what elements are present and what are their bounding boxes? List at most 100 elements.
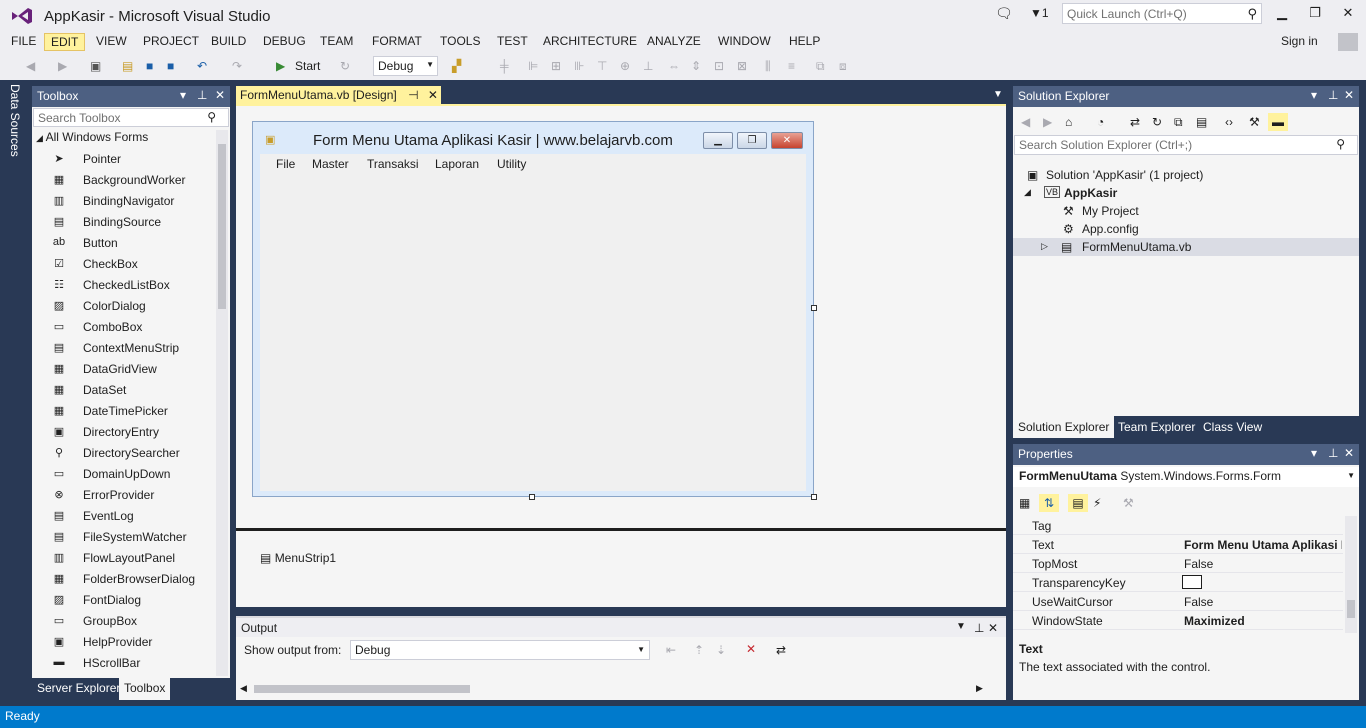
same-height-icon[interactable]: ⇕ [691,57,701,75]
home-icon[interactable]: ⌂ [1065,113,1072,131]
redo-icon[interactable]: ↷ [232,57,242,75]
show-all-files-icon[interactable]: ▤ [1196,113,1207,131]
go-to-prev-icon[interactable]: ⇡ [694,643,704,657]
tab-solution-explorer[interactable]: Solution Explorer [1013,416,1115,438]
property-pages-icon[interactable]: ⚒ [1123,494,1134,512]
pin-icon[interactable]: ⊥ [1328,446,1338,460]
menu-file[interactable]: FILE [5,33,42,51]
pending-changes-icon[interactable]: ◔ [1097,113,1104,131]
toolbox-item-groupbox[interactable]: ▭ GroupBox [32,611,212,632]
toolbox-item-combobox[interactable]: ▭ ComboBox [32,317,212,338]
same-width-icon[interactable]: ⇔ [668,57,680,75]
toolbox-item-bindingnavigator[interactable]: ▥ BindingNavigator [32,191,212,212]
menu-architecture[interactable]: ARCHITECTURE [537,33,643,51]
toolbox-item-hscrollbar[interactable]: ▬ HScrollBar [32,653,212,674]
go-to-next-icon[interactable]: ⇣ [716,643,726,657]
resize-handle-right[interactable] [811,305,817,311]
menu-edit[interactable]: EDIT [44,33,86,51]
toolbox-item-checkedlistbox[interactable]: ☷ CheckedListBox [32,275,212,296]
property-row[interactable]: Tag [1013,516,1343,535]
save-all-icon[interactable]: ■ [167,57,174,75]
menu-debug[interactable]: DEBUG [257,33,312,51]
tree-project[interactable]: ◢ VB AppKasir [1013,184,1359,202]
toolbox-item-folderbrowserdialog[interactable]: ▦ FolderBrowserDialog [32,569,212,590]
forward-icon[interactable]: ▶ [58,57,67,75]
sync-icon[interactable]: ⇄ [1130,113,1140,131]
configuration-select[interactable]: Debug ▼ [373,56,438,76]
chevron-down-icon[interactable]: ▾ [1311,88,1317,102]
data-sources-tab[interactable]: Data Sources [8,84,22,157]
form-menustrip[interactable]: File Master Transaksi Laporan Utility [260,154,806,176]
toolbox-search-input[interactable]: Search Toolbox ⚲ [33,108,229,127]
start-icon[interactable]: ▶ [276,57,285,75]
tree-formmenuutama[interactable]: ▷ ▤ FormMenuUtama.vb [1013,238,1359,256]
toolbox-item-directorysearcher[interactable]: ⚲ DirectorySearcher [32,443,212,464]
pin-icon[interactable]: ⊥ [974,621,984,635]
menu-format[interactable]: FORMAT [366,33,428,51]
property-row[interactable]: TopMost False [1013,554,1343,573]
toolbox-item-bindingsource[interactable]: ▤ BindingSource [32,212,212,233]
toolbox-item-flowlayoutpanel[interactable]: ▥ FlowLayoutPanel [32,548,212,569]
tab-toolbox[interactable]: Toolbox [119,678,171,700]
toolbox-item-filesystemwatcher[interactable]: ▤ FileSystemWatcher [32,527,212,548]
events-icon[interactable]: ⚡ [1093,494,1101,512]
word-wrap-icon[interactable]: ⇄ [776,643,786,657]
open-file-icon[interactable]: ▤ [122,57,133,75]
document-tab[interactable]: FormMenuUtama.vb [Design] ⊣ ✕ [236,86,441,105]
start-button[interactable]: Start [295,57,320,75]
send-to-back-icon[interactable]: ⧈ [839,57,847,75]
tray-component-menustrip[interactable]: ▤ MenuStrip1 [260,551,336,565]
form-menu-transaksi[interactable]: Transaksi [367,157,419,171]
toolbox-item-dataset[interactable]: ▦ DataSet [32,380,212,401]
form-menu-file[interactable]: File [276,157,295,171]
previous-message-icon[interactable]: ⇤ [666,643,676,657]
toolbox-item-domainupdown[interactable]: ▭ DomainUpDown [32,464,212,485]
preview-selected-icon[interactable]: ▬ [1268,113,1288,131]
alphabetical-icon[interactable]: ⇅ [1039,494,1059,512]
toolbox-item-backgroundworker[interactable]: ▦ BackgroundWorker [32,170,212,191]
scroll-right-icon[interactable]: ▶ [976,683,983,694]
menu-analyze[interactable]: ANALYZE [641,33,707,51]
toolbox-item-fontdialog[interactable]: ▨ FontDialog [32,590,212,611]
toolbox-item-contextmenustrip[interactable]: ▤ ContextMenuStrip [32,338,212,359]
tree-app-config[interactable]: ⚙ App.config [1013,220,1359,238]
toolbox-item-eventlog[interactable]: ▤ EventLog [32,506,212,527]
menu-help[interactable]: HELP [783,33,826,51]
output-text-area[interactable] [236,666,1006,700]
size-to-grid-icon[interactable]: ⊠ [737,57,747,75]
property-row[interactable]: WindowState Maximized [1013,611,1343,630]
chevron-down-icon[interactable]: ▾ [1311,446,1317,460]
toolbox-scrollbar[interactable] [216,130,228,676]
property-row[interactable]: TextForm Menu Utama Aplikasi Kasir | www… [1013,535,1343,554]
menu-tools[interactable]: TOOLS [434,33,486,51]
chevron-down-icon[interactable]: ▾ [180,88,186,102]
pin-icon[interactable]: ⊣ [408,88,418,102]
toolbox-item-helpprovider[interactable]: ▣ HelpProvider [32,632,212,653]
resize-handle-bottom[interactable] [529,494,535,500]
properties-icon[interactable]: ⚒ [1249,113,1260,131]
pin-icon[interactable]: ⊥ [1328,88,1338,102]
form-menu-utility[interactable]: Utility [497,157,526,171]
toolbox-item-checkbox[interactable]: ☑ CheckBox [32,254,212,275]
tab-class-view[interactable]: Class View [1198,416,1267,438]
undo-icon[interactable]: ↶ [197,57,207,75]
tree-solution[interactable]: ▣ Solution 'AppKasir' (1 project) [1013,166,1359,184]
minimize-button[interactable]: ▁ [1268,5,1296,23]
close-icon[interactable]: ✕ [988,621,998,635]
menu-window[interactable]: WINDOW [712,33,777,51]
tab-dropdown-icon[interactable]: ▼ [993,89,1003,100]
close-icon[interactable]: ✕ [1344,446,1354,460]
pin-icon[interactable]: ⊥ [197,88,207,102]
toolbox-item-button[interactable]: ab Button [32,233,212,254]
toolbox-item-directoryentry[interactable]: ▣ DirectoryEntry [32,422,212,443]
scroll-left-icon[interactable]: ◀ [240,683,247,694]
feedback-icon[interactable]: 🗨 [995,5,1013,22]
menu-test[interactable]: TEST [491,33,534,51]
clear-all-icon[interactable]: ✕ [746,642,756,656]
output-hscroll-thumb[interactable] [254,685,470,693]
new-project-icon[interactable]: ▣ [90,57,101,75]
toolbox-group-header[interactable]: ◢ All Windows Forms [36,130,148,144]
collapse-all-icon[interactable]: ⧉ [1174,113,1183,131]
toolbox-item-datagridview[interactable]: ▦ DataGridView [32,359,212,380]
refresh-icon[interactable]: ↻ [340,57,350,75]
